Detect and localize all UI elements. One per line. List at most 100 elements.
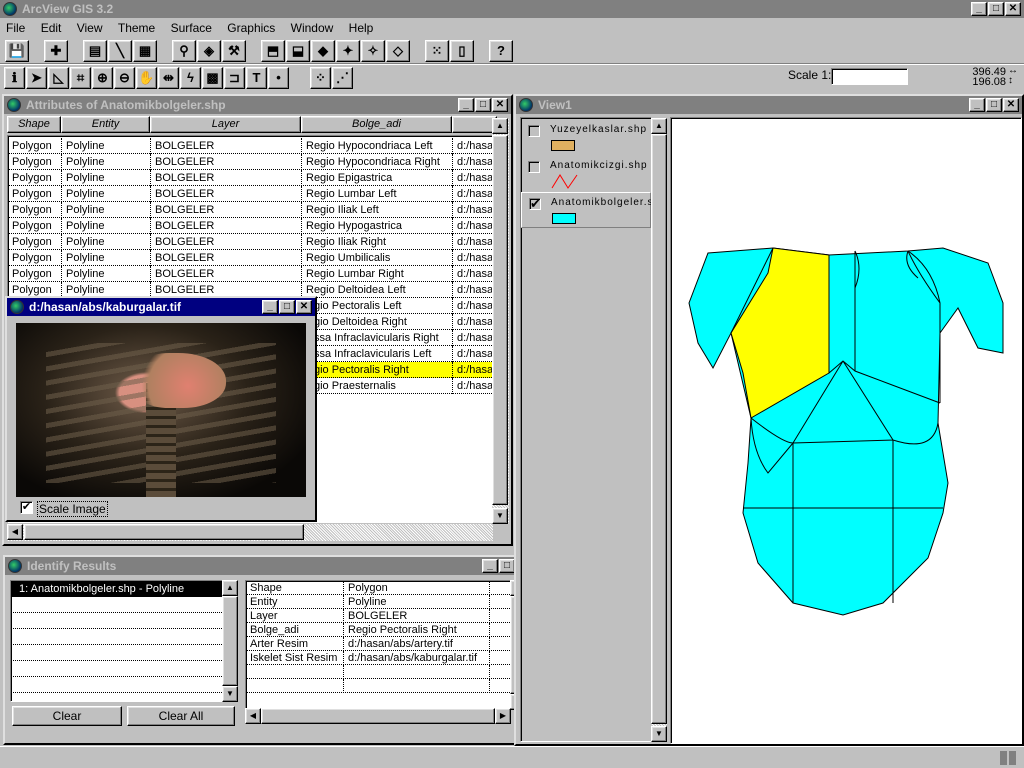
zoom-full-extent-icon[interactable]: ⬒: [261, 40, 285, 62]
theme-entry[interactable]: Anatomikcizgi.shp: [521, 156, 651, 192]
theme-entry[interactable]: ✔ Anatomikbolgeler.s: [521, 192, 654, 228]
vertical-scrollbar[interactable]: ▲ ▼: [492, 118, 509, 524]
minimize-button[interactable]: _: [458, 98, 474, 112]
table-cell[interactable]: Polygon: [8, 266, 62, 282]
table-cell[interactable]: ssa Infraclavicularis Right: [302, 330, 453, 346]
table-cell[interactable]: d:/hasa: [453, 138, 492, 154]
select-feature-icon[interactable]: ⌗: [70, 67, 91, 89]
identify-list-item[interactable]: [11, 629, 222, 645]
table-cell[interactable]: d:/hasa: [453, 378, 492, 394]
label-icon[interactable]: ⊐: [224, 67, 245, 89]
table-cell[interactable]: BOLGELER: [151, 186, 302, 202]
anatomy-map[interactable]: [671, 118, 1022, 744]
scroll-down-button[interactable]: ▼: [492, 508, 508, 524]
torso-region[interactable]: [688, 247, 1004, 616]
minimize-button[interactable]: _: [969, 98, 985, 112]
table-cell[interactable]: d:/hasa: [453, 218, 492, 234]
scroll-thumb[interactable]: [261, 708, 495, 724]
zoom-selected-icon[interactable]: ◆: [311, 40, 335, 62]
table-cell[interactable]: Polyline: [62, 266, 151, 282]
table-cell[interactable]: Polyline: [62, 202, 151, 218]
table-row[interactable]: Polygon Polyline BOLGELER Regio Lumbar Left…: [8, 186, 492, 202]
close-button[interactable]: ✕: [492, 98, 508, 112]
scroll-thumb[interactable]: [492, 135, 508, 505]
pointer-icon[interactable]: ➤: [26, 67, 47, 89]
scroll-left-button[interactable]: ◀: [7, 524, 23, 540]
map-display[interactable]: [670, 117, 1022, 744]
scroll-right-button[interactable]: ▶: [495, 708, 511, 724]
column-header[interactable]: Entity: [61, 116, 150, 133]
column-header[interactable]: Shape: [7, 116, 61, 133]
table-cell[interactable]: d:/hasa: [453, 362, 492, 378]
identify-list-item[interactable]: [11, 597, 222, 613]
theme-visibility-checkbox[interactable]: ✔: [529, 197, 541, 210]
table-cell[interactable]: Regio Umbilicalis: [302, 250, 453, 266]
table-cell[interactable]: d:/hasa: [453, 250, 492, 266]
open-table-icon[interactable]: ▦: [133, 40, 157, 62]
table-cell[interactable]: Polyline: [62, 250, 151, 266]
table-cell[interactable]: BOLGELER: [151, 266, 302, 282]
table-row[interactable]: Polygon Polyline BOLGELER Regio Iliak Left d…: [8, 202, 492, 218]
hotlink-icon[interactable]: ϟ: [180, 67, 201, 89]
clear-all-button[interactable]: Clear All: [127, 706, 235, 726]
table-cell[interactable]: BOLGELER: [151, 234, 302, 250]
identify-list-item[interactable]: [11, 677, 222, 693]
table-cell[interactable]: gio Pectoralis Right: [302, 362, 453, 378]
zoom-out-tool-icon[interactable]: ⊖: [114, 67, 135, 89]
close-button[interactable]: ✕: [1005, 2, 1021, 16]
menu-help[interactable]: Help: [349, 21, 374, 35]
table-cell[interactable]: d:/hasa: [453, 282, 492, 298]
table-cell[interactable]: d:/hasa: [453, 234, 492, 250]
scale-image-checkbox[interactable]: ✔: [20, 501, 33, 514]
table-cell[interactable]: Polygon: [8, 154, 62, 170]
table-cell[interactable]: Regio Deltoidea Left: [302, 282, 453, 298]
image-title-bar[interactable]: d:/hasan/abs/kaburgalar.tif _ □ ✕: [7, 298, 315, 316]
table-cell[interactable]: Polygon: [8, 186, 62, 202]
table-cell[interactable]: Polyline: [62, 218, 151, 234]
maximize-button[interactable]: □: [499, 559, 515, 573]
draw-point-icon[interactable]: •: [268, 67, 289, 89]
theme-name[interactable]: Anatomikbolgeler.s: [551, 197, 654, 208]
table-cell[interactable]: Regio Iliak Left: [302, 202, 453, 218]
attributes-title-bar[interactable]: Attributes of Anatomikbolgeler.shp _ □ ✕: [4, 96, 511, 114]
zoom-in-tool-icon[interactable]: ⊕: [92, 67, 113, 89]
measure-icon[interactable]: ⇹: [158, 67, 179, 89]
minimize-button[interactable]: _: [482, 559, 498, 573]
pan-icon[interactable]: ✋: [136, 67, 157, 89]
table-cell[interactable]: Polygon: [8, 234, 62, 250]
table-cell[interactable]: Regio Hypocondriaca Right: [302, 154, 453, 170]
layout-icon[interactable]: ▯: [450, 40, 474, 62]
table-cell[interactable]: BOLGELER: [151, 218, 302, 234]
table-cell[interactable]: Polygon: [8, 250, 62, 266]
scale-input[interactable]: [831, 68, 908, 85]
save-icon[interactable]: 💾: [5, 40, 29, 62]
table-row[interactable]: Polygon Polyline BOLGELER Regio Lumbar Righ…: [8, 266, 492, 282]
add-theme-icon[interactable]: ✚: [44, 40, 68, 62]
table-cell[interactable]: d:/hasa: [453, 330, 492, 346]
table-cell[interactable]: d:/hasa: [453, 186, 492, 202]
menu-theme[interactable]: Theme: [118, 21, 155, 35]
zoom-active-themes-icon[interactable]: ⬓: [286, 40, 310, 62]
minimize-button[interactable]: _: [262, 300, 278, 314]
table-cell[interactable]: Polygon: [8, 170, 62, 186]
close-button[interactable]: ✕: [1003, 98, 1019, 112]
scroll-thumb[interactable]: [24, 524, 304, 540]
identify-list-item[interactable]: [11, 613, 222, 629]
identify-list-item[interactable]: 1: Anatomikbolgeler.shp - Polyline: [11, 581, 222, 597]
table-cell[interactable]: Polyline: [62, 234, 151, 250]
table-cell[interactable]: Polyline: [62, 186, 151, 202]
text-icon[interactable]: T: [246, 67, 267, 89]
clear-button[interactable]: Clear: [12, 706, 122, 726]
table-cell[interactable]: BOLGELER: [151, 202, 302, 218]
table-cell[interactable]: Polyline: [62, 170, 151, 186]
menu-edit[interactable]: Edit: [41, 21, 62, 35]
table-row[interactable]: Polygon Polyline BOLGELER Regio Hypocondria…: [8, 138, 492, 154]
table-cell[interactable]: BOLGELER: [151, 154, 302, 170]
table-row[interactable]: Polygon Polyline BOLGELER Regio Umbilicalis…: [8, 250, 492, 266]
maximize-button[interactable]: □: [986, 98, 1002, 112]
table-cell[interactable]: Regio Hypogastrica: [302, 218, 453, 234]
help-icon[interactable]: ?: [489, 40, 513, 62]
theme-properties-icon[interactable]: ▤: [83, 40, 107, 62]
list-scrollbar[interactable]: ▲ ▼: [222, 580, 238, 702]
table-row[interactable]: Polygon Polyline BOLGELER Regio Hypogastric…: [8, 218, 492, 234]
